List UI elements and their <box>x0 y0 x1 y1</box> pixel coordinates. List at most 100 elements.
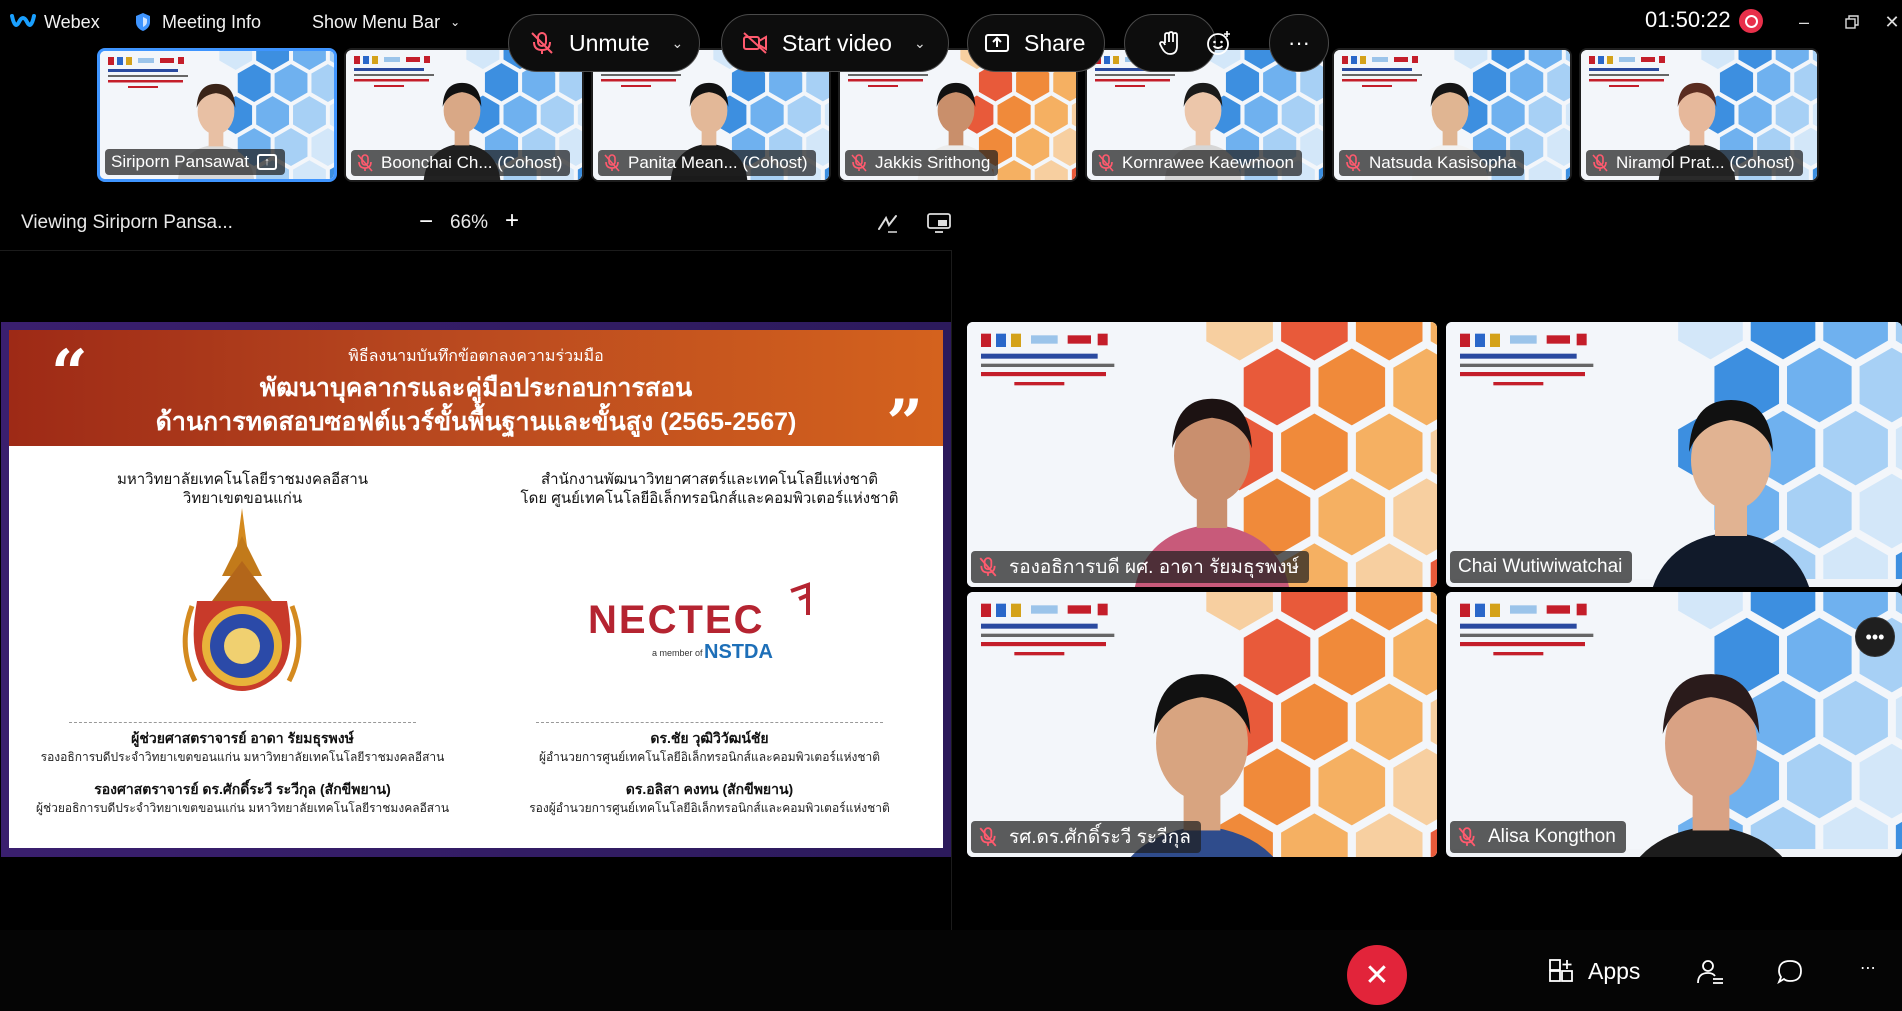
right-signer2-name: ดร.อลิสา คงทน (สักขีพยาน) <box>625 781 794 797</box>
reactions-button[interactable] <box>1188 14 1250 72</box>
title-bar: Webex Meeting Info Show Menu Bar ⌄ 01:50… <box>0 0 1902 44</box>
more-controls-button[interactable]: ··· <box>1269 14 1329 72</box>
participant-video-tile[interactable]: Alisa Kongthon <box>1446 592 1902 857</box>
participant-name-tag: Jakkis Srithong <box>845 150 999 176</box>
app-name: Webex <box>44 11 100 32</box>
annotate-icon[interactable] <box>876 212 900 234</box>
participant-name-tag: Niramol Prat... (Cohost) <box>1586 150 1803 176</box>
overflow-menu-icon[interactable]: ⋯ <box>1860 958 1876 978</box>
mic-off-icon <box>979 827 997 847</box>
unmute-label: Unmute <box>569 29 650 56</box>
zoom-in-button[interactable]: + <box>502 207 522 235</box>
mic-off-icon <box>979 557 997 577</box>
apps-label: Apps <box>1588 958 1641 984</box>
mic-off-icon <box>604 154 620 172</box>
video-off-icon <box>743 32 767 54</box>
shared-slide: “ พิธีลงนามบันทึกข้อตกลงความร่วมมือ พัฒน… <box>1 322 951 857</box>
minimize-icon[interactable]: – <box>1790 8 1818 36</box>
participant-name: Natsuda Kasisopha <box>1369 153 1517 172</box>
recording-icon[interactable] <box>1739 9 1763 33</box>
participant-filmstrip: Siriporn Pansawat ↑ Boonchai Ch... (Coho… <box>97 48 1819 184</box>
right-org-line2: โดย ศูนย์เทคโนโลยีอิเล็กทรอนิกส์และคอมพิ… <box>520 490 899 507</box>
start-video-button[interactable]: Start video ⌄ <box>721 14 949 72</box>
svg-text:NSTDA: NSTDA <box>704 641 773 663</box>
chevron-down-icon[interactable]: ⌄ <box>672 35 684 52</box>
share-label: Share <box>1024 29 1086 56</box>
left-signer1-role: รองอธิการบดีประจำวิทยาเขตขอนแก่น มหาวิทย… <box>40 750 445 764</box>
participant-name-tag: รศ.ดร.ศักดิ์ระวี ระวีกุล <box>971 821 1201 853</box>
leave-meeting-button[interactable]: ✕ <box>1347 945 1407 1005</box>
participant-name: รศ.ดร.ศักดิ์ระวี ระวีกุล <box>1009 827 1191 848</box>
slide-left-column: มหาวิทยาลัยเทคโนโลยีราชมงคลอีสาน วิทยาเข… <box>9 446 476 848</box>
right-signature-line <box>536 722 883 723</box>
participant-name: Siriporn Pansawat <box>111 152 249 171</box>
participant-name: Boonchai Ch... (Cohost) <box>381 153 563 172</box>
mic-off-icon <box>1098 154 1114 172</box>
participant-name-tag: Chai Wutiwiwatchai <box>1450 551 1633 583</box>
participant-name-tag: รองอธิการบดี ผศ. อาดา รัยมธุรพงษ์ <box>971 551 1310 583</box>
participant-thumbnail[interactable]: Niramol Prat... (Cohost) <box>1579 48 1819 182</box>
meeting-info-label: Meeting Info <box>162 11 262 32</box>
right-signer2-role: รองผู้อำนวยการศูนย์เทคโนโลยีอิเล็กทรอนิก… <box>529 801 890 815</box>
close-icon[interactable]: ✕ <box>1878 8 1902 36</box>
participant-name: รองอธิการบดี ผศ. อาดา รัยมธุรพงษ์ <box>1009 557 1300 578</box>
restore-icon[interactable] <box>1838 8 1866 36</box>
participant-name-tag: Panita Mean... (Cohost) <box>598 150 816 176</box>
more-options-icon[interactable]: ••• <box>1855 617 1895 657</box>
share-view-options-icon[interactable] <box>926 212 952 234</box>
participants-button[interactable] <box>1696 958 1724 986</box>
apps-icon <box>1549 958 1573 982</box>
participant-name-tag: Siriporn Pansawat ↑ <box>105 149 285 175</box>
participant-thumbnail[interactable]: Siriporn Pansawat ↑ <box>97 48 337 182</box>
start-video-label: Start video <box>782 29 892 56</box>
svg-text:a member of: a member of <box>652 648 703 658</box>
show-menu-bar-label: Show Menu Bar <box>312 11 441 32</box>
webex-logo-icon <box>10 14 36 27</box>
apps-button[interactable]: Apps <box>1548 958 1640 985</box>
chat-button[interactable] <box>1776 958 1804 986</box>
event-banner-logos <box>1460 333 1594 386</box>
left-signer2-role: ผู้ช่วยอธิการบดีประจำวิทยาเขตขอนแก่น มหา… <box>35 801 450 815</box>
share-button[interactable]: Share <box>967 14 1105 72</box>
participant-video <box>1652 400 1810 587</box>
participant-name: Alisa Kongthon <box>1488 826 1616 847</box>
viewing-label: Viewing Siriporn Pansa... <box>21 212 233 233</box>
participant-name: Panita Mean... (Cohost) <box>628 153 808 172</box>
nectec-logo: NECTEC a member of NSTDA <box>588 582 810 663</box>
left-signer1-name: ผู้ช่วยศาสตราจารย์ อาดา รัยมธุรพงษ์ <box>131 730 354 746</box>
show-menu-bar-button[interactable]: Show Menu Bar ⌄ <box>312 10 460 34</box>
participants-icon <box>1697 960 1723 984</box>
participant-thumbnail[interactable]: Natsuda Kasisopha <box>1332 48 1572 182</box>
unmute-button[interactable]: Unmute ⌄ <box>508 14 700 72</box>
participant-video <box>1639 674 1783 857</box>
share-screen-icon <box>985 34 1009 52</box>
participant-name-tag: Kornrawee Kaewmoon <box>1092 150 1302 176</box>
zoom-out-button[interactable]: − <box>416 208 436 236</box>
meeting-timer: 01:50:22 <box>1645 7 1731 32</box>
zoom-level: 66% <box>450 212 489 233</box>
svg-text:NECTEC: NECTEC <box>588 598 764 642</box>
slide-subtitle: พิธีลงนามบันทึกข้อตกลงความร่วมมือ <box>348 348 604 365</box>
webex-app-title: Webex <box>10 10 100 34</box>
slide-header: “ พิธีลงนามบันทึกข้อตกลงความร่วมมือ พัฒน… <box>9 330 943 456</box>
slide-body: มหาวิทยาลัยเทคโนโลยีราชมงคลอีสาน วิทยาเข… <box>9 446 943 848</box>
mic-off-icon <box>851 154 867 172</box>
mic-off-icon <box>1458 827 1476 847</box>
participant-video-tile[interactable]: Chai Wutiwiwatchai <box>1446 322 1902 587</box>
participant-name: Jakkis Srithong <box>875 153 991 172</box>
shield-icon <box>136 13 150 31</box>
reaction-smile-icon <box>1207 31 1230 55</box>
right-organization: สำนักงานพัฒนาวิทยาศาสตร์และเทคโนโลยีแห่ง… <box>476 470 943 508</box>
slide-right-column: สำนักงานพัฒนาวิทยาศาสตร์และเทคโนโลยีแห่ง… <box>476 446 943 848</box>
participant-video-tile[interactable]: รศ.ดร.ศักดิ์ระวี ระวีกุล <box>967 592 1437 857</box>
chevron-down-icon[interactable]: ⌄ <box>914 35 926 52</box>
participant-name-tag: Alisa Kongthon <box>1450 821 1626 853</box>
right-signer1-name: ดร.ชัย วุฒิวิวัฒน์ชัย <box>650 730 769 746</box>
left-organization: มหาวิทยาลัยเทคโนโลยีราชมงคลอีสาน วิทยาเข… <box>9 470 476 508</box>
left-org-line1: มหาวิทยาลัยเทคโนโลยีราชมงคลอีสาน <box>116 471 369 488</box>
chevron-down-icon: ⌄ <box>450 15 461 29</box>
right-signer1-role: ผู้อำนวยการศูนย์เทคโนโลยีอิเล็กทรอนิกส์แ… <box>538 750 881 764</box>
participant-video-tile[interactable]: รองอธิการบดี ผศ. อาดา รัยมธุรพงษ์ <box>967 322 1437 587</box>
participant-name-tag: Boonchai Ch... (Cohost) <box>351 150 571 176</box>
meeting-info-button[interactable]: Meeting Info <box>134 10 261 34</box>
